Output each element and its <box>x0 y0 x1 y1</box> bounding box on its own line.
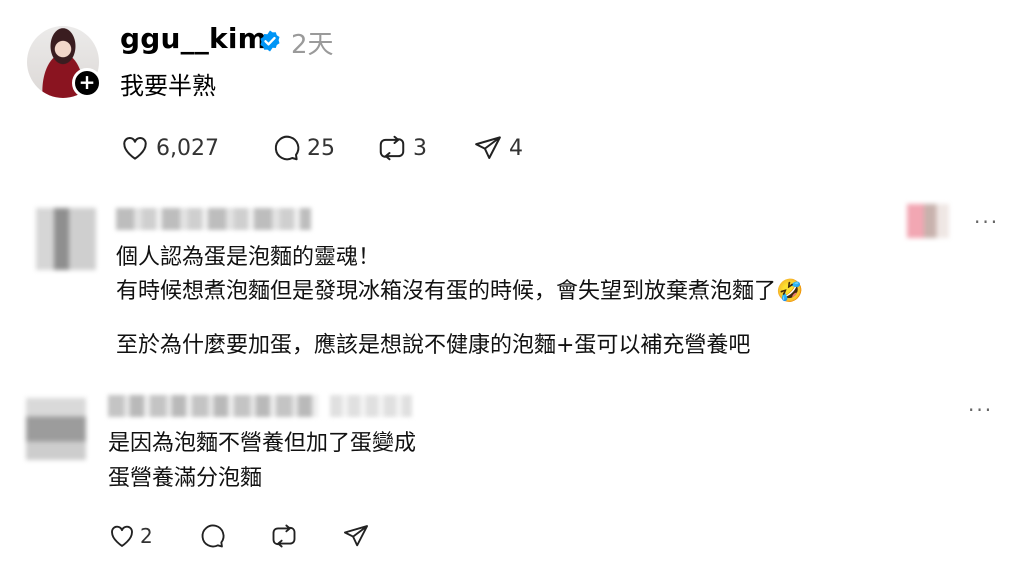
commenter-username[interactable] <box>116 208 311 230</box>
comment-icon <box>274 135 300 161</box>
comment-text-line: 是因為泡麵不營養但加了蛋變成 <box>108 431 417 456</box>
more-options-button[interactable]: ··· <box>974 210 999 234</box>
post-time: 2天 <box>291 30 334 60</box>
comment-text-line: 至於為什麼要加蛋，應該是想說不健康的泡麵+蛋可以補充營養吧 <box>116 333 751 358</box>
comment-share-button[interactable] <box>342 522 370 550</box>
comment-like-count: 2 <box>140 524 153 548</box>
author-username[interactable]: ggu__kim <box>120 22 267 55</box>
verified-badge-icon <box>260 30 280 52</box>
commenter-avatar[interactable] <box>26 398 86 460</box>
comment-like-button[interactable]: 2 <box>108 522 153 550</box>
repost-button[interactable]: 3 <box>377 133 427 163</box>
post-text: 我要半熟 <box>120 72 216 100</box>
heart-icon <box>123 137 147 160</box>
comment-text-line: 個人認為蛋是泡麵的靈魂！ <box>116 245 381 270</box>
comment-button[interactable]: 25 <box>271 133 335 163</box>
repost-icon <box>272 524 296 548</box>
more-options-button[interactable]: ··· <box>968 398 993 422</box>
share-button[interactable]: 4 <box>473 133 523 163</box>
send-icon <box>475 136 501 159</box>
like-count: 6,027 <box>156 135 219 161</box>
commenter-username[interactable] <box>108 395 318 417</box>
comment-count: 25 <box>306 135 335 161</box>
share-count: 4 <box>508 135 523 161</box>
comment-text-line: 蛋營養滿分泡麵 <box>108 466 263 491</box>
comment-icon <box>201 524 225 548</box>
like-button[interactable]: 6,027 <box>120 133 219 163</box>
commenter-avatar[interactable] <box>36 208 96 270</box>
heart-icon <box>111 525 133 547</box>
liked-by-author-avatar <box>907 204 949 238</box>
comment-reply-button[interactable] <box>198 522 226 550</box>
repost-count: 3 <box>412 135 427 161</box>
send-icon <box>343 525 369 547</box>
post-actions: 6,027 25 3 4 <box>120 132 523 164</box>
repost-icon <box>379 135 405 161</box>
comment-text-line: 有時候想煮泡麵但是發現冰箱沒有蛋的時候，會失望到放棄煮泡麵了🤣 <box>116 279 804 304</box>
comment-repost-button[interactable] <box>270 522 298 550</box>
comment-time <box>330 395 412 417</box>
follow-plus-icon[interactable]: + <box>72 68 102 98</box>
